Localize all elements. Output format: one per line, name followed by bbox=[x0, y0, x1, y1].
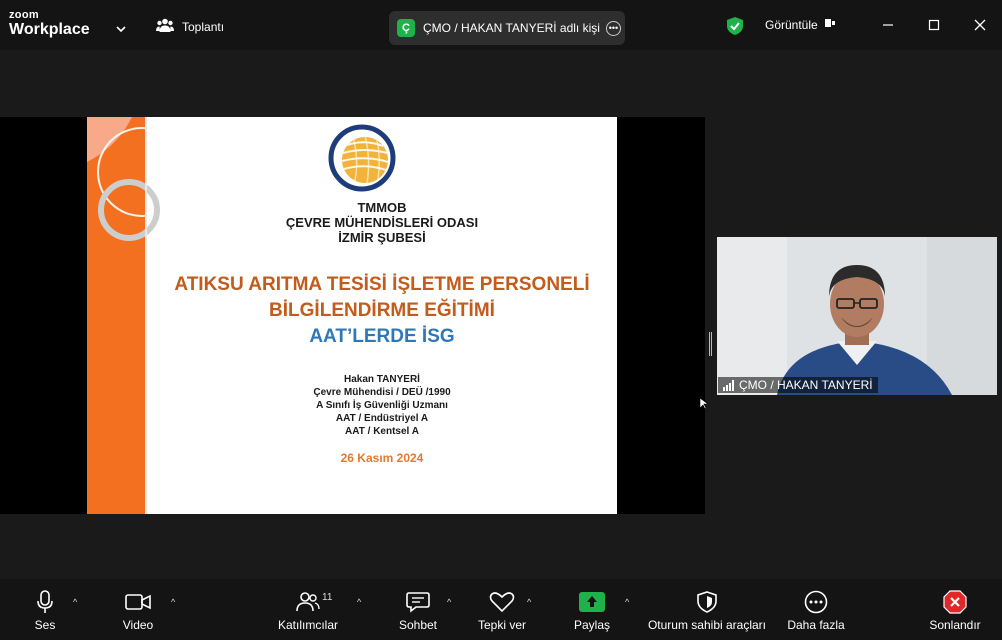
host-shield-icon bbox=[697, 589, 717, 615]
meeting-toolbar: Ses ^ Video ^ Katılımcılar 11 ^ Sohbet ^… bbox=[0, 579, 1002, 640]
microphone-icon bbox=[36, 589, 54, 615]
video-options-caret[interactable]: ^ bbox=[171, 597, 175, 607]
org-line1: TMMOB bbox=[357, 200, 407, 215]
share-screen-button[interactable]: Paylaş bbox=[566, 579, 618, 640]
slide-date-block: 26 Kasım 2024 bbox=[147, 449, 617, 467]
presentation-slide: TMMOB ÇEVRE MÜHENDİSLERİ ODASI İZMİR ŞUB… bbox=[87, 117, 617, 514]
shield-check-icon[interactable] bbox=[726, 16, 744, 41]
reactions-button[interactable]: Tepki ver bbox=[472, 579, 532, 640]
close-icon[interactable] bbox=[968, 14, 992, 36]
brand-large: Workplace bbox=[9, 21, 90, 38]
more-icon[interactable]: ••• bbox=[605, 20, 621, 36]
end-meeting-button[interactable]: Sonlandır bbox=[925, 579, 985, 640]
participants-options-caret[interactable]: ^ bbox=[357, 597, 361, 607]
chat-button[interactable]: Sohbet bbox=[393, 579, 443, 640]
presenter-line: AAT / Kentsel A bbox=[345, 426, 419, 437]
reactions-label: Tepki ver bbox=[477, 618, 527, 632]
slide-org-block: TMMOB ÇEVRE MÜHENDİSLERİ ODASI İZMİR ŞUB… bbox=[147, 200, 617, 245]
participant-name-tag: ÇMO / HAKAN TANYERİ bbox=[718, 377, 878, 393]
participant-video-feed bbox=[717, 237, 997, 395]
people-icon bbox=[156, 18, 174, 35]
minimize-icon[interactable] bbox=[876, 14, 900, 36]
presenter-name: Hakan TANYERİ bbox=[344, 374, 420, 385]
meeting-info-button[interactable]: Toplantı bbox=[156, 18, 224, 35]
chevron-down-icon[interactable] bbox=[116, 20, 126, 38]
active-speaker-pill[interactable]: Ç ÇMO / HAKAN TANYERİ adlı kişi ••• bbox=[389, 11, 625, 45]
view-button[interactable]: Görüntüle bbox=[765, 17, 836, 32]
presenter-line: Çevre Mühendisi / DEÜ /1990 bbox=[313, 387, 451, 398]
audio-options-caret[interactable]: ^ bbox=[73, 597, 77, 607]
signal-strength-icon bbox=[723, 379, 734, 391]
participants-icon bbox=[296, 589, 320, 615]
participants-count: 11 bbox=[322, 592, 333, 603]
video-camera-icon bbox=[125, 589, 151, 615]
end-label: Sonlandır bbox=[929, 618, 981, 632]
view-label: Görüntüle bbox=[765, 17, 818, 32]
slide-title-block: ATIKSU ARITMA TESİSİ İŞLETME PERSONELİ B… bbox=[147, 272, 617, 350]
mouse-cursor-icon bbox=[699, 397, 709, 415]
video-label: Video bbox=[122, 618, 154, 632]
share-options-caret[interactable]: ^ bbox=[625, 597, 629, 607]
speaker-label: ÇMO / HAKAN TANYERİ adlı kişi bbox=[423, 21, 600, 35]
app-logo: zoom Workplace bbox=[9, 10, 90, 38]
participants-button[interactable]: Katılımcılar bbox=[273, 579, 343, 640]
slide-title-line1: ATIKSU ARITMA TESİSİ İŞLETME PERSONELİ bbox=[174, 274, 590, 295]
more-options-icon bbox=[804, 589, 828, 615]
brand-small: zoom bbox=[9, 9, 39, 21]
participant-video-tile[interactable]: ÇMO / HAKAN TANYERİ bbox=[717, 237, 997, 395]
chat-options-caret[interactable]: ^ bbox=[447, 597, 451, 607]
chat-icon bbox=[406, 589, 430, 615]
audio-button[interactable]: Ses bbox=[20, 579, 70, 640]
title-bar: zoom Workplace Toplantı Ç ÇMO / HAKAN TA… bbox=[0, 0, 1002, 50]
participant-name: ÇMO / HAKAN TANYERİ bbox=[739, 378, 873, 392]
slide-title-line2: BİLGİLENDİRME EĞİTİMİ bbox=[269, 300, 495, 321]
org-line2: ÇEVRE MÜHENDİSLERİ ODASI bbox=[285, 215, 479, 230]
host-tools-button[interactable]: Oturum sahibi araçları bbox=[645, 579, 769, 640]
heart-icon bbox=[489, 589, 515, 615]
org-line3: İZMİR ŞUBESİ bbox=[338, 230, 426, 245]
shared-screen: TMMOB ÇEVRE MÜHENDİSLERİ ODASI İZMİR ŞUB… bbox=[0, 117, 705, 514]
share-screen-icon bbox=[579, 589, 605, 615]
participants-label: Katılımcılar bbox=[277, 618, 338, 632]
more-button[interactable]: Daha fazla bbox=[786, 579, 846, 640]
globe-logo-icon bbox=[328, 124, 396, 192]
maximize-icon[interactable] bbox=[922, 14, 946, 36]
presenter-line: A Sınıfı İş Güvenliği Uzmanı bbox=[316, 400, 448, 411]
meeting-label: Toplantı bbox=[182, 19, 225, 34]
audio-label: Ses bbox=[34, 618, 56, 632]
slide-date: 26 Kasım 2024 bbox=[340, 451, 424, 465]
more-label: Daha fazla bbox=[787, 618, 845, 632]
end-meeting-icon bbox=[943, 589, 967, 615]
reactions-options-caret[interactable]: ^ bbox=[527, 597, 531, 607]
speaker-avatar: Ç bbox=[397, 19, 415, 37]
resize-handle[interactable] bbox=[709, 332, 712, 356]
host-tools-label: Oturum sahibi araçları bbox=[647, 618, 767, 632]
chat-label: Sohbet bbox=[398, 618, 438, 632]
view-layout-icon bbox=[824, 17, 836, 32]
slide-subtitle: AAT’LERDE İSG bbox=[309, 326, 455, 347]
presenter-block: Hakan TANYERİ Çevre Mühendisi / DEÜ /199… bbox=[147, 373, 617, 438]
share-label: Paylaş bbox=[573, 618, 611, 632]
video-button[interactable]: Video bbox=[112, 579, 164, 640]
presenter-line: AAT / Endüstriyel A bbox=[335, 413, 429, 424]
